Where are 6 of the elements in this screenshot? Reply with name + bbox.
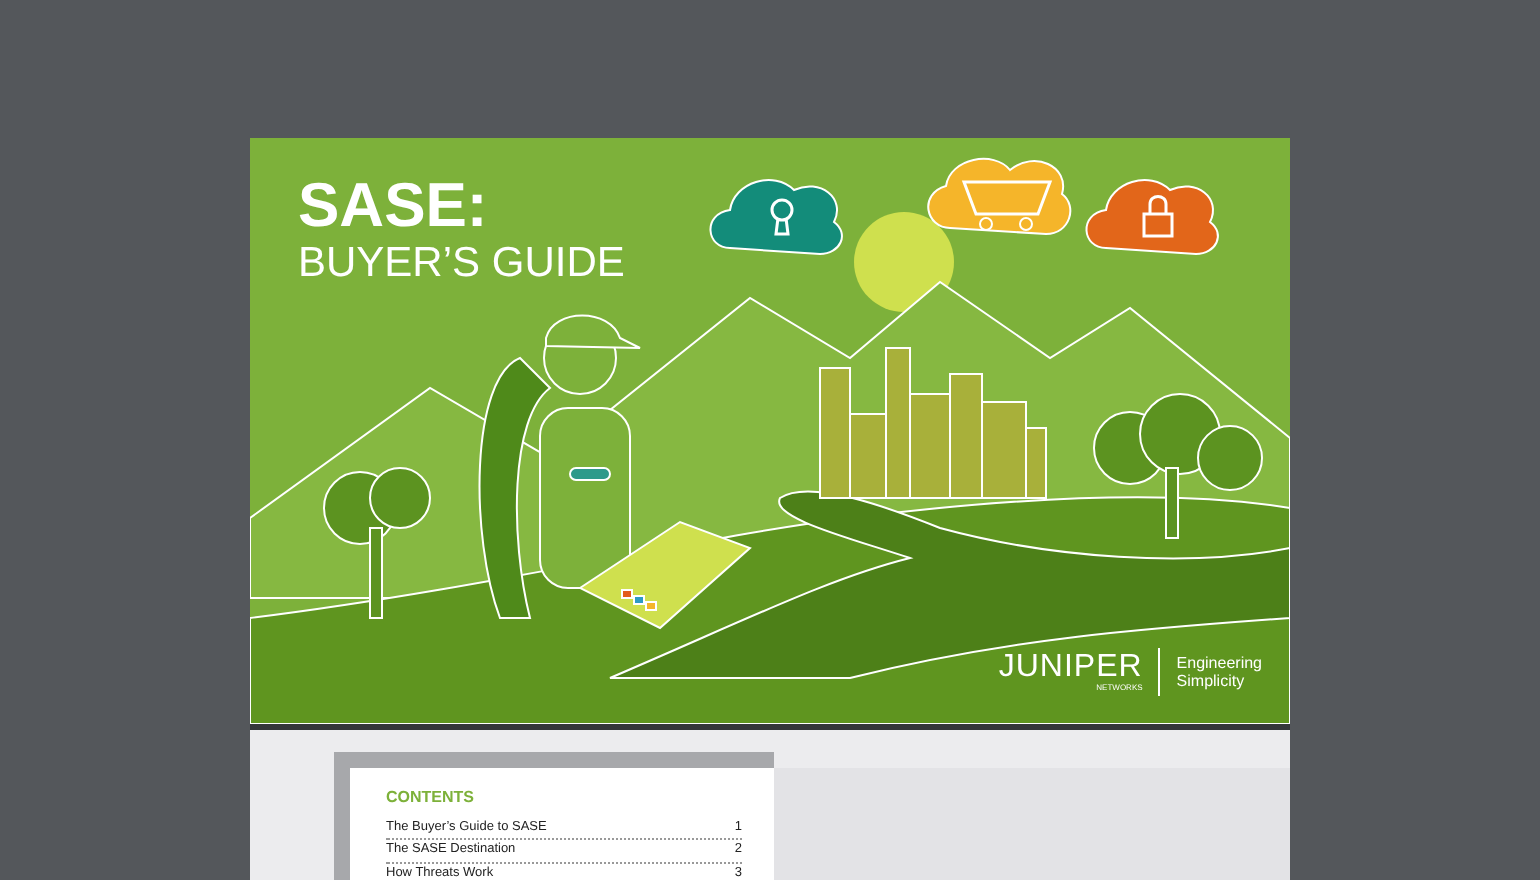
contents-heading: CONTENTS	[386, 786, 474, 810]
cover-title: SASE:	[298, 174, 488, 236]
tagline-text: Engineering	[1176, 653, 1262, 672]
cover-subtitle: BUYER’S GUIDE	[298, 242, 625, 284]
tagline-text: Simplicity	[1176, 672, 1245, 691]
logo-wordmark: JUNIPER	[998, 652, 1143, 684]
